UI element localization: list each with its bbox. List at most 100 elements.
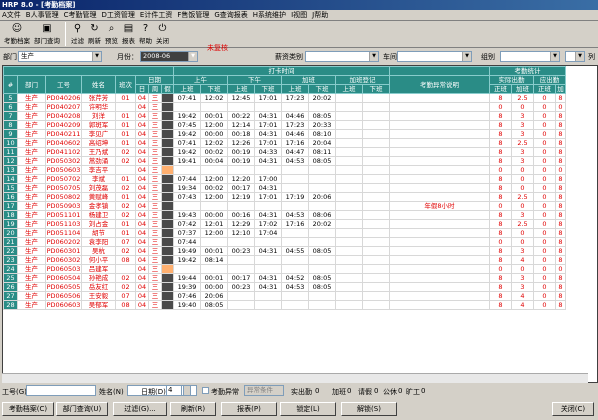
date-field[interactable]: 4	[166, 385, 182, 396]
unlock-button[interactable]: 解锁(S)	[341, 402, 397, 416]
emp-no-cell: PD060202	[45, 237, 82, 247]
toolbar-help-button[interactable]: ? 帮助	[137, 21, 154, 47]
table-row[interactable]: 22 生产 PD060301 吴杭 02 04 三 19:49 00:01 00:23 04:31 0…	[3, 246, 566, 256]
stat-cell: 8	[489, 282, 512, 292]
punch-time-cell	[308, 102, 336, 112]
attendance-grid[interactable]: 打卡时间 考勤统计 # 部门 工号 姓名 班次 日期 上午 下午 加班 加班登记…	[2, 65, 598, 383]
table-row[interactable]: 7 生产 PD040208 刘洋 01 04 三 19:42 00:01 00:22 04:31 04…	[3, 111, 566, 121]
shift-cell: 01	[115, 192, 136, 202]
table-row[interactable]: 25 生产 PD060504 孙艳成 02 04 三 19:44 00:01 00:17 04:31…	[3, 273, 566, 283]
menu-view[interactable]: I视图	[291, 10, 307, 20]
table-row[interactable]: 23 生产 PD060302 何小平 08 04 三 19:42 08:14 8 4 0 8	[3, 255, 566, 265]
punch-time-cell: 17:16	[281, 219, 309, 229]
table-row[interactable]: 9 生产 PD040211 李见广 01 04 三 19:42 00:00 00:18 04:31 0…	[3, 129, 566, 139]
table-row[interactable]: 13 生产 PD050603 李吉平 04 三 0 0 0 0	[3, 165, 566, 175]
table-row[interactable]: 27 生产 PD060506 王安毅 07 04 三 07:46 20:06 8 4 0 8	[3, 291, 566, 301]
ot-register-cell	[362, 192, 390, 202]
toolbar-preview-button[interactable]: ⌕ 预览	[103, 21, 120, 47]
toolbar-refresh-button[interactable]: ↻ 刷新	[86, 21, 103, 47]
menu-help[interactable]: J帮助	[312, 10, 328, 20]
toolbar-close-button[interactable]: ⏻ 关闭	[154, 21, 171, 47]
chevron-down-icon[interactable]: ▼	[188, 52, 197, 61]
date-spinner[interactable]	[183, 385, 191, 396]
filter-button[interactable]: 过滤(G)...	[113, 402, 167, 416]
punch-time-cell: 19:39	[173, 282, 201, 292]
abnormal-checkbox[interactable]	[202, 387, 209, 394]
chevron-down-icon[interactable]: ▼	[462, 52, 471, 61]
dept-cell: 生产	[17, 210, 46, 220]
punch-time-cell: 07:43	[173, 192, 201, 202]
chevron-down-icon[interactable]: ▼	[92, 52, 101, 61]
day-header: 日	[135, 84, 149, 94]
stat-cell: 0	[489, 201, 512, 211]
toolbar-report-button[interactable]: ▤ 报表	[120, 21, 137, 47]
dept-header[interactable]: 部门	[17, 75, 46, 94]
punch-time-cell	[308, 264, 336, 274]
table-row[interactable]: 17 生产 PD050903 金孝镇 02 04 三年假8小时 0 0 0 8	[3, 201, 566, 211]
toolbar-dept-query-button[interactable]: ▣ 部门查询	[32, 21, 62, 47]
day-cell: 04	[135, 111, 149, 121]
table-row[interactable]: 11 生产 PD041102 王乃斌 02 04 三 19:42 00:02 00:19 04:33…	[3, 147, 566, 157]
name-cell: 高绍坤	[81, 138, 116, 148]
shift-header[interactable]: 班次	[115, 75, 136, 94]
shift-cell: 02	[115, 246, 136, 256]
horizontal-scrollbar[interactable]	[2, 373, 588, 383]
report-button[interactable]: 报表(P)	[221, 402, 277, 416]
table-row[interactable]: 26 生产 PD060505 岳友红 02 04 三 19:39 00:00 00:23 04:31…	[3, 282, 566, 292]
chevron-down-icon[interactable]: ▼	[550, 52, 559, 61]
table-row[interactable]: 14 生产 PD050702 李斌 01 04 三 07:44 12:00 12:20 17:00 8…	[3, 174, 566, 184]
punch-time-cell: 12:10	[227, 228, 255, 238]
menu-reports[interactable]: G查询报表	[214, 10, 247, 20]
emp-no-field[interactable]	[26, 385, 96, 396]
table-row[interactable]: 10 生产 PD040602 高绍坤 01 04 三 07:41 12:02 12:26 17:01…	[3, 138, 566, 148]
ot-register-cell	[335, 192, 363, 202]
abnormal-condition-button[interactable]: 异常条件	[244, 385, 284, 396]
row-number: 5	[3, 93, 18, 103]
abnormal-note-cell	[389, 129, 490, 139]
table-row[interactable]: 5 生产 PD040206 张芹芳 01 04 三 07:41 12:02 12:45 17:01 1…	[3, 93, 566, 103]
workshop-select[interactable]: ▼	[397, 51, 472, 62]
menu-hr[interactable]: B人事管理	[26, 10, 59, 20]
table-row[interactable]: 18 生产 PD051101 杨建卫 02 04 三 19:43 00:00 00:16 04:31…	[3, 210, 566, 220]
column-select[interactable]: ▼	[565, 51, 585, 62]
chevron-down-icon[interactable]: ▼	[369, 52, 378, 61]
menu-meal[interactable]: F售饭管理	[177, 10, 209, 20]
holiday-cell	[161, 102, 174, 112]
table-row[interactable]: 28 生产 PD060603 吴郁军 08 04 三 19:40 08:05 8 4 0 8	[3, 300, 566, 310]
dept-cell: 生产	[17, 183, 46, 193]
stat-cell: 0	[555, 165, 566, 175]
pay-type-select[interactable]: ▼	[305, 51, 379, 62]
name-header[interactable]: 姓名	[81, 75, 116, 94]
menu-attendance[interactable]: C考勤管理	[64, 10, 97, 20]
lock-button[interactable]: 锁定(L)	[280, 402, 336, 416]
table-row[interactable]: 6 生产 PD040207 许明华 04 三 0 0 0 0	[3, 102, 566, 112]
table-row[interactable]: 12 生产 PD050302 蒿劲涌 02 04 三 19:41 00:04 00:19 04:31…	[3, 156, 566, 166]
punch-time-cell	[227, 255, 255, 265]
group-select[interactable]: ▼	[500, 51, 560, 62]
toolbar-filter-button[interactable]: ⚲ 过滤	[69, 21, 86, 47]
menu-file[interactable]: A文件	[2, 10, 21, 20]
table-row[interactable]: 20 生产 PD051104 胡节 01 04 三 07:37 12:00 12:10 17:04 8…	[3, 228, 566, 238]
archive-button[interactable]: 考勤档案(C)	[2, 402, 54, 416]
emp-no-header[interactable]: 工号	[45, 75, 82, 94]
dept-query-button[interactable]: 部门查询(U)	[56, 402, 108, 416]
table-row[interactable]: 19 生产 PD051103 刘占金 01 04 三 07:42 12:01 12:29 17:02…	[3, 219, 566, 229]
stat-cell: 0	[533, 210, 556, 220]
toolbar-archive-button[interactable]: ☺ 考勤档案	[2, 21, 32, 47]
chevron-down-icon[interactable]: ▼	[575, 52, 584, 61]
refresh-button[interactable]: 刷新(R)	[170, 402, 216, 416]
table-row[interactable]: 24 生产 PD060503 吕建军 04 三 0 0 0 0	[3, 264, 566, 274]
menu-piecework[interactable]: E计件工资	[140, 10, 172, 20]
dept-select[interactable]: 生产 ▼	[18, 51, 102, 62]
month-select[interactable]: 2008-06 ▼	[140, 51, 198, 62]
close-button[interactable]: 关闭(C)	[552, 402, 594, 416]
menu-salary[interactable]: D工资管理	[102, 10, 135, 20]
shift-cell	[115, 165, 136, 175]
table-row[interactable]: 16 生产 PD050802 黄赋峰 01 04 三 07:43 12:00 12:19 17:01…	[3, 192, 566, 202]
table-row[interactable]: 8 生产 PD040209 郭斑军 01 04 三 07:45 12:00 12:14 17:01 1…	[3, 120, 566, 130]
menu-system[interactable]: H系统维护	[253, 10, 286, 20]
table-row[interactable]: 15 生产 PD050705 刘茂磊 02 04 三 19:34 00:02 00:17 04:31…	[3, 183, 566, 193]
table-row[interactable]: 21 生产 PD060202 袁李阳 07 04 三 07:44 0 0 0 8	[3, 237, 566, 247]
punch-time-cell: 00:16	[227, 210, 255, 220]
shift-cell: 02	[115, 201, 136, 211]
